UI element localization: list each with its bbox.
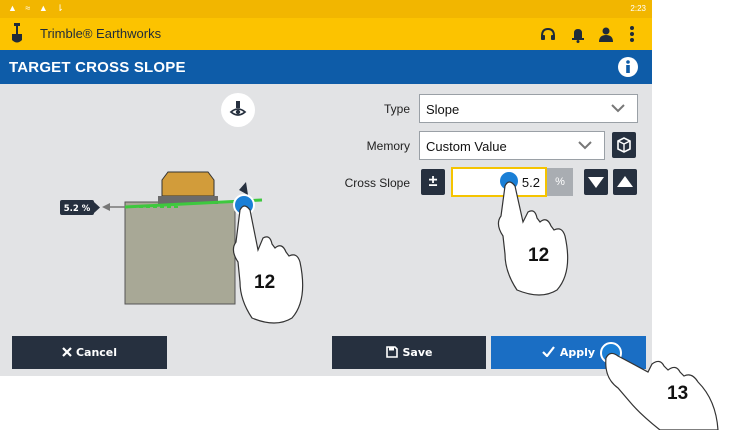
cross-slope-value: 5.2 xyxy=(521,175,540,190)
eye-person-icon xyxy=(229,101,247,116)
page-title: TARGET CROSS SLOPE xyxy=(9,59,186,76)
slope-tag-value: 5.2 % xyxy=(64,204,91,214)
memory-select[interactable]: Custom Value xyxy=(419,131,605,160)
apply-label: Apply xyxy=(559,346,596,359)
cancel-label: Cancel xyxy=(75,346,118,359)
direction-arrow-icon xyxy=(239,182,248,195)
machine-diagram: 5.2 % xyxy=(60,171,263,305)
save-label: Save xyxy=(402,346,433,359)
view-toggle-button[interactable] xyxy=(221,93,255,127)
cancel-button[interactable]: Cancel xyxy=(12,336,167,369)
overflow-menu-icon[interactable] xyxy=(622,24,642,44)
increment-button[interactable] xyxy=(613,169,637,195)
box-icon xyxy=(617,137,631,153)
chevron-down-icon xyxy=(611,104,625,113)
shovel-logo-icon xyxy=(12,23,22,43)
chevron-down-icon xyxy=(578,141,592,150)
dimension-arrow-icon xyxy=(102,203,110,211)
checkmark-icon xyxy=(542,346,555,358)
status-bar: ▲ ≈ ▲ ⇂ 2:23 xyxy=(0,0,652,18)
type-select[interactable]: Slope xyxy=(419,94,638,123)
info-icon[interactable] xyxy=(617,56,639,78)
machine-blade-body xyxy=(161,171,215,197)
memory-label: Memory xyxy=(366,139,410,153)
title-bar: TARGET CROSS SLOPE xyxy=(0,50,652,84)
headset-icon[interactable] xyxy=(538,24,558,44)
memory-store-button[interactable] xyxy=(612,132,636,158)
callout-number-left: 12 xyxy=(254,272,276,293)
decrement-button[interactable] xyxy=(584,169,608,195)
callout-number-right: 13 xyxy=(667,383,689,404)
memory-value: Custom Value xyxy=(426,139,507,154)
app-screen: ▲ ≈ ▲ ⇂ 2:23 Trimble® Earthworks TARGET … xyxy=(0,0,730,430)
unit-label: % xyxy=(547,168,573,196)
plus-minus-button[interactable]: ± xyxy=(421,169,445,195)
type-value: Slope xyxy=(426,102,460,117)
operator-icon[interactable] xyxy=(596,24,616,44)
type-label: Type xyxy=(383,102,410,116)
triangle-up-icon xyxy=(617,176,633,187)
app-title: Trimble® Earthworks xyxy=(40,26,162,41)
cross-slope-input[interactable]: 5.2 xyxy=(451,167,547,197)
triangle-down-icon xyxy=(588,177,604,188)
app-bar: Trimble® Earthworks xyxy=(0,18,652,50)
close-icon xyxy=(62,347,72,357)
ground-block xyxy=(124,201,236,305)
callout-number-middle: 12 xyxy=(528,245,550,266)
cross-slope-label: Cross Slope xyxy=(344,176,410,190)
apply-button[interactable]: Apply xyxy=(491,336,646,369)
bell-icon[interactable] xyxy=(568,24,588,44)
status-time: 2:23 xyxy=(630,4,646,13)
notification-icons: ▲ ≈ ▲ ⇂ xyxy=(8,3,67,13)
save-icon xyxy=(385,346,398,358)
save-button[interactable]: Save xyxy=(332,336,486,369)
